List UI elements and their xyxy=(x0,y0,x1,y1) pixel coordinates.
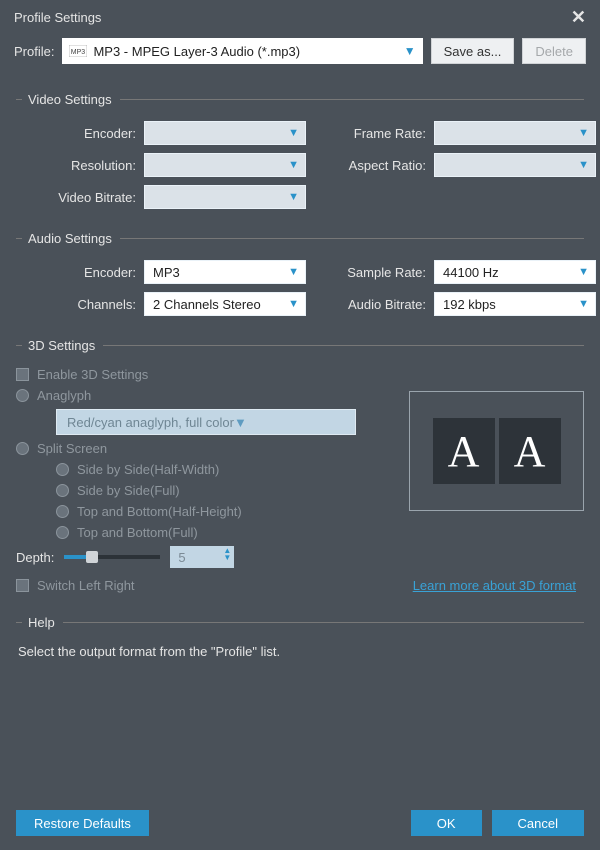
learn-3d-link[interactable]: Learn more about 3D format xyxy=(413,578,576,593)
sbs-half-radio[interactable] xyxy=(56,463,69,476)
3d-settings-heading: 3D Settings xyxy=(16,338,584,353)
chevron-down-icon: ▼ xyxy=(288,127,299,139)
split-screen-radio[interactable] xyxy=(16,442,29,455)
resolution-select[interactable]: ▼ xyxy=(144,153,306,177)
switch-lr-checkbox[interactable] xyxy=(16,579,29,592)
chevron-down-icon: ▼ xyxy=(288,191,299,203)
audio-bitrate-label: Audio Bitrate: xyxy=(306,297,434,312)
audio-encoder-select[interactable]: MP3▼ xyxy=(144,260,306,284)
aspect-ratio-label: Aspect Ratio: xyxy=(306,158,434,173)
tab-full-radio[interactable] xyxy=(56,526,69,539)
tab-full-label: Top and Bottom(Full) xyxy=(77,525,198,540)
profile-select[interactable]: MP3 MP3 - MPEG Layer-3 Audio (*.mp3) ▼ xyxy=(62,38,422,64)
aspect-ratio-select[interactable]: ▼ xyxy=(434,153,596,177)
profile-select-value: MP3 - MPEG Layer-3 Audio (*.mp3) xyxy=(93,44,415,59)
frame-rate-label: Frame Rate: xyxy=(306,126,434,141)
frame-rate-select[interactable]: ▼ xyxy=(434,121,596,145)
enable-3d-label: Enable 3D Settings xyxy=(37,367,148,382)
depth-slider[interactable] xyxy=(64,555,160,559)
audio-settings-section: Audio Settings Encoder: MP3▼ Sample Rate… xyxy=(0,211,600,318)
depth-label: Depth: xyxy=(16,550,54,565)
chevron-down-icon: ▼ xyxy=(578,127,589,139)
help-text: Select the output format from the "Profi… xyxy=(16,644,584,659)
sbs-full-radio[interactable] xyxy=(56,484,69,497)
svg-text:MP3: MP3 xyxy=(71,49,86,56)
preview-glyph-right: A xyxy=(499,418,561,484)
tab-half-label: Top and Bottom(Half-Height) xyxy=(77,504,242,519)
chevron-down-icon: ▼ xyxy=(288,298,299,310)
3d-preview: A A xyxy=(409,391,584,511)
enable-3d-checkbox[interactable] xyxy=(16,368,29,381)
sample-rate-select[interactable]: 44100 Hz▼ xyxy=(434,260,596,284)
chevron-down-icon: ▼ xyxy=(288,266,299,278)
video-settings-section: Video Settings Encoder: ▼ Frame Rate: ▼ … xyxy=(0,82,600,211)
chevron-down-icon: ▼ xyxy=(288,159,299,171)
anaglyph-label: Anaglyph xyxy=(37,388,91,403)
audio-bitrate-select[interactable]: 192 kbps▼ xyxy=(434,292,596,316)
restore-defaults-button[interactable]: Restore Defaults xyxy=(16,810,149,836)
profile-label: Profile: xyxy=(14,44,54,59)
audio-settings-heading: Audio Settings xyxy=(16,231,584,246)
close-icon[interactable]: ✕ xyxy=(571,8,586,26)
preview-glyph-left: A xyxy=(433,418,495,484)
window-title: Profile Settings xyxy=(14,10,101,25)
3d-settings-section: 3D Settings Enable 3D Settings Anaglyph … xyxy=(0,318,600,595)
sample-rate-label: Sample Rate: xyxy=(306,265,434,280)
help-heading: Help xyxy=(16,615,584,630)
resolution-label: Resolution: xyxy=(16,158,144,173)
switch-lr-label: Switch Left Right xyxy=(37,578,135,593)
sbs-half-label: Side by Side(Half-Width) xyxy=(77,462,219,477)
video-bitrate-label: Video Bitrate: xyxy=(16,190,144,205)
channels-select[interactable]: 2 Channels Stereo▼ xyxy=(144,292,306,316)
help-section: Help Select the output format from the "… xyxy=(0,595,600,661)
channels-label: Channels: xyxy=(16,297,144,312)
mp3-icon: MP3 xyxy=(69,44,87,58)
titlebar: Profile Settings ✕ xyxy=(0,0,600,34)
anaglyph-mode-select[interactable]: Red/cyan anaglyph, full color▼ xyxy=(56,409,356,435)
footer: Restore Defaults OK Cancel xyxy=(0,800,600,850)
tab-half-radio[interactable] xyxy=(56,505,69,518)
chevron-down-icon: ▼ xyxy=(578,266,589,278)
audio-encoder-label: Encoder: xyxy=(16,265,144,280)
chevron-down-icon: ▼ xyxy=(234,415,247,430)
video-settings-heading: Video Settings xyxy=(16,92,584,107)
split-screen-label: Split Screen xyxy=(37,441,107,456)
save-as-button[interactable]: Save as... xyxy=(431,38,515,64)
anaglyph-radio[interactable] xyxy=(16,389,29,402)
stepper-arrows-icon: ▲▼ xyxy=(223,547,231,561)
ok-button[interactable]: OK xyxy=(411,810,482,836)
video-encoder-select[interactable]: ▼ xyxy=(144,121,306,145)
profile-row: Profile: MP3 MP3 - MPEG Layer-3 Audio (*… xyxy=(0,34,600,82)
cancel-button[interactable]: Cancel xyxy=(492,810,584,836)
video-bitrate-select[interactable]: ▼ xyxy=(144,185,306,209)
depth-spinbox[interactable]: 5▲▼ xyxy=(170,546,234,568)
delete-button: Delete xyxy=(522,38,586,64)
sbs-full-label: Side by Side(Full) xyxy=(77,483,180,498)
chevron-down-icon: ▼ xyxy=(578,298,589,310)
chevron-down-icon: ▼ xyxy=(404,44,416,58)
chevron-down-icon: ▼ xyxy=(578,159,589,171)
video-encoder-label: Encoder: xyxy=(16,126,144,141)
